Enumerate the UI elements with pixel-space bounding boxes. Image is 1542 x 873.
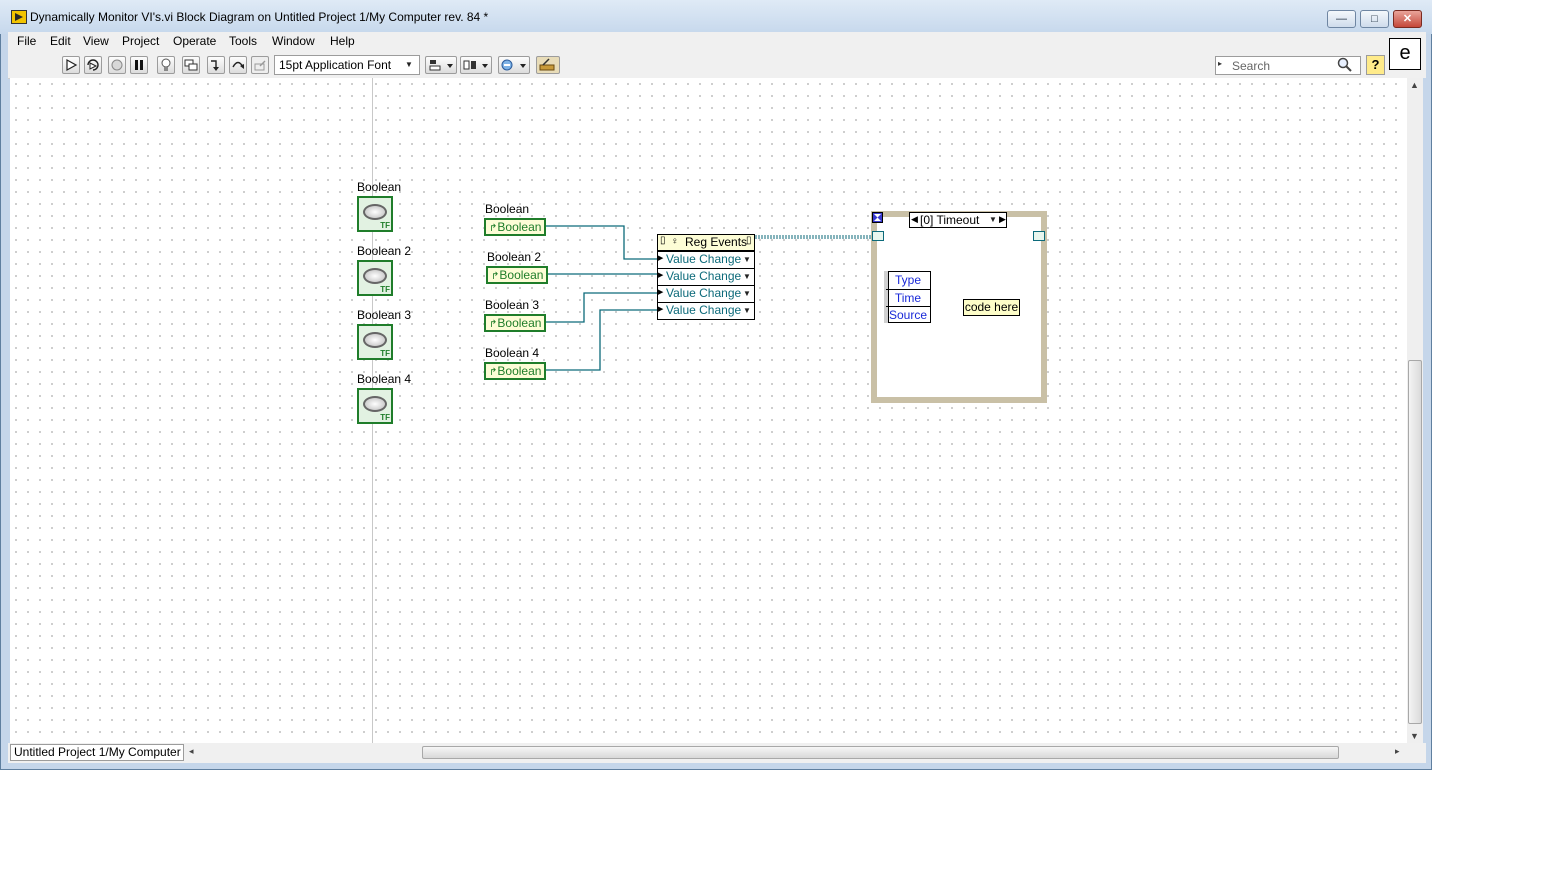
menu-tools[interactable]: Tools <box>229 34 257 48</box>
code-here-comment[interactable]: code here <box>963 299 1020 316</box>
decrement-case-icon[interactable]: ◀ <box>911 214 918 225</box>
distribute-objects-icon[interactable] <box>460 56 492 74</box>
scroll-up-icon[interactable]: ▲ <box>1410 80 1419 90</box>
minimize-button[interactable]: — <box>1327 10 1356 28</box>
terminal-type-label: TF <box>380 285 390 294</box>
event-data-type[interactable]: Type <box>886 272 930 289</box>
labview-app-icon <box>11 10 27 24</box>
menu-view[interactable]: View <box>83 34 109 48</box>
align-objects-icon[interactable] <box>425 56 457 74</box>
event-row-value-change-2[interactable]: Value Change <box>658 268 754 284</box>
window-title: Dynamically Monitor VI's.vi Block Diagra… <box>30 10 489 24</box>
increment-case-icon[interactable]: ▶ <box>999 214 1006 225</box>
led-icon <box>363 396 387 412</box>
terminal-type-label: TF <box>380 413 390 422</box>
scroll-left-icon[interactable]: ◂ <box>189 746 194 757</box>
abort-icon[interactable] <box>108 56 126 74</box>
reference-value: Boolean <box>497 220 542 234</box>
boolean-4-terminal[interactable]: TF <box>357 388 393 424</box>
clean-up-diagram-icon[interactable] <box>536 56 560 74</box>
highlight-execution-icon[interactable] <box>157 56 175 74</box>
terminal-label-boolean-4: Boolean 4 <box>357 372 412 386</box>
event-case-label: [0] Timeout <box>920 213 980 227</box>
search-placeholder: Search <box>1232 59 1271 73</box>
menu-edit[interactable]: Edit <box>50 34 71 48</box>
menu-file[interactable]: File <box>17 34 36 48</box>
event-registration-out-icon: ▯ <box>746 235 752 246</box>
reference-label-boolean-2: Boolean 2 <box>487 250 542 264</box>
search-scope-icon[interactable]: ▸ <box>1218 59 1222 68</box>
step-out-icon[interactable] <box>251 56 269 74</box>
event-data-time[interactable]: Time <box>886 289 930 307</box>
led-icon <box>363 268 387 284</box>
menu-window[interactable]: Window <box>272 34 315 48</box>
scroll-down-icon[interactable]: ▼ <box>1410 731 1419 741</box>
boolean-3-reference[interactable]: ↱Boolean <box>484 314 546 332</box>
chevron-down-icon[interactable]: ▼ <box>743 255 751 264</box>
input-arrow-icon: ▶ <box>658 272 664 279</box>
font-selector-label: 15pt Application Font <box>279 58 392 72</box>
reference-value: Boolean <box>499 268 544 282</box>
event-registration-in-icon: ▯ <box>660 235 666 246</box>
event-row-value-change-3[interactable]: Value Change <box>658 285 754 301</box>
search-icon[interactable] <box>1337 57 1353 76</box>
maximize-button[interactable]: □ <box>1360 10 1389 28</box>
reference-label-boolean: Boolean <box>485 202 530 216</box>
event-row-value-change-1[interactable]: Value Change <box>658 251 754 267</box>
boolean-4-reference[interactable]: ↱Boolean <box>484 362 546 380</box>
menu-help[interactable]: Help <box>330 34 355 48</box>
terminal-type-label: TF <box>380 221 390 230</box>
vertical-scroll-thumb[interactable] <box>1408 360 1422 724</box>
application-instance-label[interactable]: Untitled Project 1/My Computer <box>10 744 184 761</box>
scroll-right-icon[interactable]: ▸ <box>1395 746 1400 757</box>
terminal-label-boolean: Boolean <box>357 180 402 194</box>
run-arrow-icon[interactable] <box>62 56 80 74</box>
boolean-2-terminal[interactable]: TF <box>357 260 393 296</box>
input-arrow-icon: ▶ <box>658 289 664 296</box>
close-button[interactable]: ✕ <box>1393 10 1422 28</box>
dynamic-event-terminal-in[interactable] <box>872 231 884 241</box>
context-help-button[interactable]: ? <box>1366 55 1385 75</box>
boolean-terminal[interactable]: TF <box>357 196 393 232</box>
boolean-2-reference[interactable]: ↱Boolean <box>486 266 548 284</box>
chevron-down-icon[interactable]: ▼ <box>743 306 751 315</box>
terminal-label-boolean-2: Boolean 2 <box>357 244 412 258</box>
terminal-type-label: TF <box>380 349 390 358</box>
menu-project[interactable]: Project <box>122 34 159 48</box>
reference-label-boolean-4: Boolean 4 <box>485 346 540 360</box>
boolean-3-terminal[interactable]: TF <box>357 324 393 360</box>
horizontal-scroll-thumb[interactable] <box>422 746 1339 759</box>
block-diagram-canvas[interactable] <box>10 78 1407 743</box>
reference-value: Boolean <box>497 364 542 378</box>
register-for-events-title: Reg Events <box>685 235 748 249</box>
boolean-reference[interactable]: ↱Boolean <box>484 218 546 236</box>
retain-wire-values-icon[interactable] <box>182 56 200 74</box>
timeout-hourglass-icon[interactable] <box>872 212 883 223</box>
led-icon <box>363 204 387 220</box>
chevron-down-icon[interactable]: ▼ <box>743 272 751 281</box>
chevron-down-icon: ▼ <box>405 60 413 69</box>
dynamic-event-terminal-out[interactable] <box>1033 231 1045 241</box>
events-icon: ♀ <box>671 236 679 247</box>
step-into-icon[interactable] <box>207 56 225 74</box>
vi-icon[interactable]: e <box>1389 38 1421 70</box>
input-arrow-icon: ▶ <box>658 306 664 313</box>
terminal-label-boolean-3: Boolean 3 <box>357 308 412 322</box>
reference-label-boolean-3: Boolean 3 <box>485 298 540 312</box>
chevron-down-icon[interactable]: ▼ <box>989 215 997 224</box>
step-over-icon[interactable] <box>229 56 247 74</box>
event-row-value-change-4[interactable]: Value Change <box>658 302 754 318</box>
reorder-icon[interactable] <box>498 56 530 74</box>
reference-value: Boolean <box>497 316 542 330</box>
input-arrow-icon: ▶ <box>658 255 664 262</box>
menu-operate[interactable]: Operate <box>173 34 216 48</box>
run-continuously-icon[interactable] <box>84 56 102 74</box>
led-icon <box>363 332 387 348</box>
event-data-source[interactable]: Source <box>886 306 930 324</box>
chevron-down-icon[interactable]: ▼ <box>743 289 751 298</box>
pause-icon[interactable] <box>130 56 148 74</box>
